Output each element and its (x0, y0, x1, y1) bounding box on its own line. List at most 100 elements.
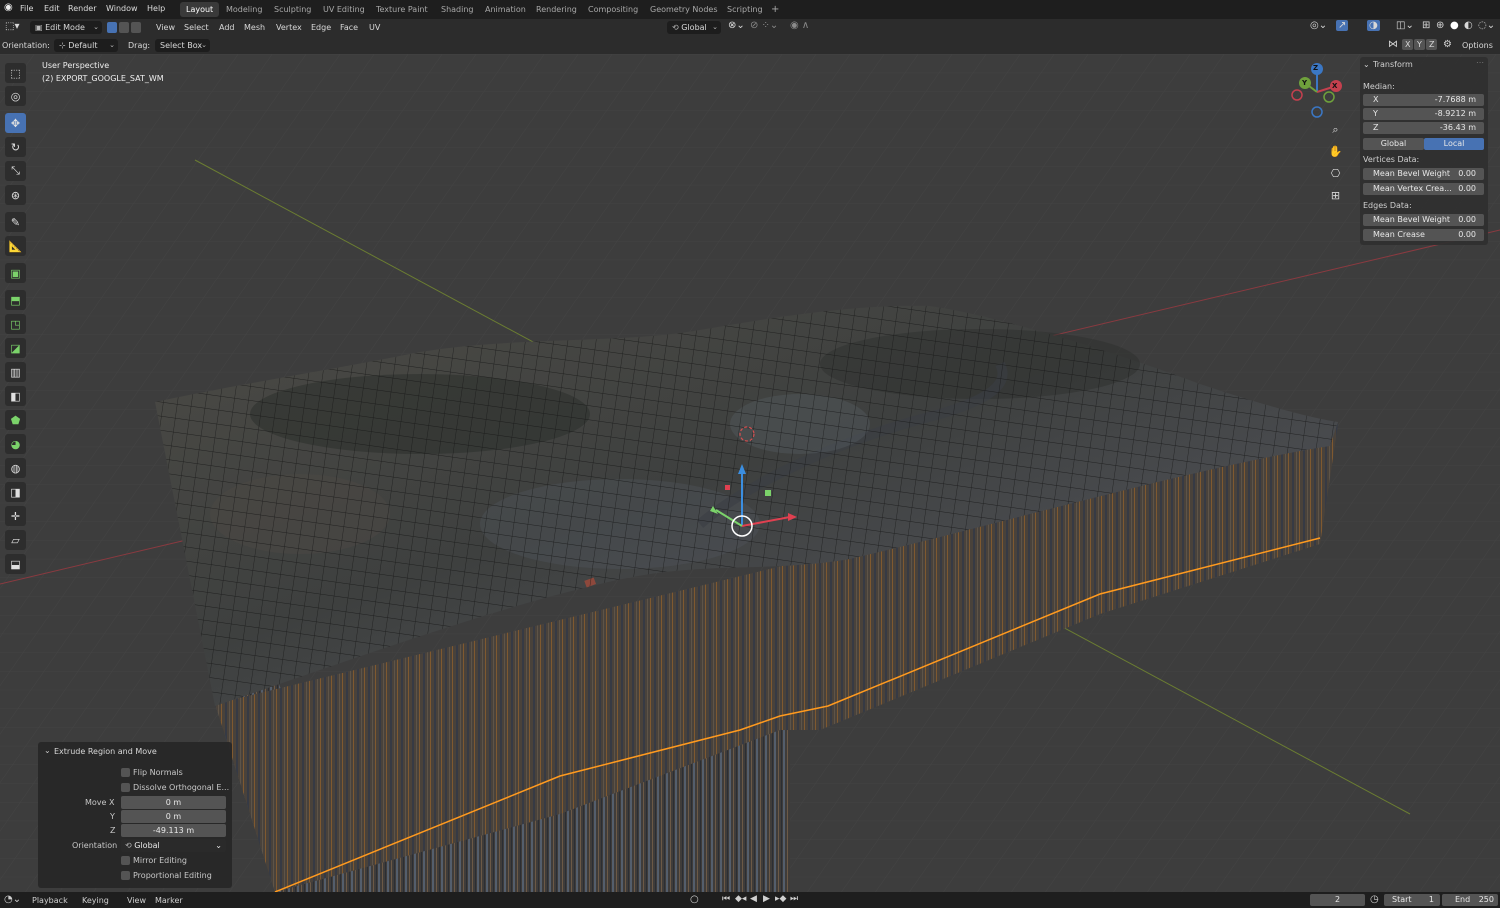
menu-edge[interactable]: Edge (311, 23, 331, 32)
select-box-tool-icon[interactable]: ⬚ (5, 63, 26, 83)
transform-tool-icon[interactable]: ⊛ (5, 185, 26, 205)
tab-compositing[interactable]: Compositing (582, 2, 644, 17)
menu-render[interactable]: Render (68, 4, 96, 13)
add-cube-tool-icon[interactable]: ▣ (5, 263, 26, 283)
play-reverse-icon[interactable]: ◀ (750, 894, 757, 904)
mean-bevel-weight-vertex-field[interactable]: Mean Bevel Weight 0.00 (1363, 168, 1484, 180)
play-icon[interactable]: ▶ (763, 894, 770, 904)
cursor-tool-icon[interactable]: ◎ (5, 86, 26, 106)
dissolve-orthogonal-checkbox[interactable] (121, 783, 130, 792)
median-y-field[interactable]: Y -8.9212 m (1363, 108, 1484, 120)
jump-start-icon[interactable]: ⏮ (722, 894, 730, 904)
inset-faces-tool-icon[interactable]: ◳ (5, 314, 26, 334)
rendered-shading-icon[interactable]: ◐ (1464, 20, 1473, 31)
mirror-icon[interactable]: ⋈ (1388, 39, 1398, 50)
jump-end-icon[interactable]: ⏭ (790, 894, 798, 904)
annotate-tool-icon[interactable]: ✎ (5, 212, 26, 232)
median-z-field[interactable]: Z -36.43 m (1363, 122, 1484, 134)
extrude-region-tool-icon[interactable]: ⬒ (5, 290, 26, 310)
menu-vertex[interactable]: Vertex (276, 23, 302, 32)
tab-animation[interactable]: Animation (479, 2, 532, 17)
menu-edit[interactable]: Edit (44, 4, 60, 13)
knife-tool-icon[interactable]: ◧ (5, 386, 26, 406)
mode-dropdown[interactable]: ▣ Edit Mode ⌄ (30, 21, 102, 34)
visibility-icon[interactable]: ◎⌄ (1310, 20, 1327, 31)
tab-modeling[interactable]: Modeling (220, 2, 268, 17)
wireframe-shading-icon[interactable]: ⊞ (1422, 20, 1430, 31)
menu-view[interactable]: View (156, 23, 175, 32)
drag-dropdown[interactable]: Select Box ⌄ (155, 39, 210, 52)
menu-add[interactable]: Add (219, 23, 235, 32)
menu-mesh[interactable]: Mesh (244, 23, 265, 32)
face-select-mode-button[interactable] (131, 22, 141, 33)
menu-face[interactable]: Face (340, 23, 358, 32)
drag-handle-icon[interactable]: ⋯ (1476, 58, 1484, 67)
bevel-tool-icon[interactable]: ◪ (5, 338, 26, 358)
camera-view-icon[interactable]: ⎔ (1326, 164, 1345, 183)
mesh-options-icon[interactable]: ⚙ (1443, 39, 1452, 50)
tab-rendering[interactable]: Rendering (530, 2, 583, 17)
menu-uv[interactable]: UV (369, 23, 380, 32)
tab-texture-paint[interactable]: Texture Paint (370, 2, 434, 17)
median-x-field[interactable]: X -7.7688 m (1363, 94, 1484, 106)
move-tool-icon[interactable]: ✥ (5, 113, 26, 133)
mean-bevel-weight-edge-field[interactable]: Mean Bevel Weight 0.00 (1363, 214, 1484, 226)
editor-type-icon[interactable]: ⬚▾ (5, 21, 19, 32)
proportional-edit-icon[interactable]: ◉ ∧ (790, 20, 809, 31)
redo-panel-title[interactable]: Extrude Region and Move (54, 747, 157, 756)
menu-playback[interactable]: Playback (32, 896, 68, 905)
mirror-z-toggle[interactable]: Z (1426, 39, 1438, 50)
flip-normals-checkbox[interactable] (121, 768, 130, 777)
prev-keyframe-icon[interactable]: ◆◂ (735, 894, 746, 904)
panel-title[interactable]: Transform (1373, 60, 1413, 69)
xray-icon[interactable]: ◫⌄ (1396, 20, 1414, 31)
end-frame-field[interactable]: End 250 (1442, 894, 1498, 906)
mirror-y-toggle[interactable]: Y (1414, 39, 1425, 50)
ortho-grid-icon[interactable]: ⊞ (1326, 186, 1345, 205)
transform-orientation-dropdown[interactable]: ⟲ Global ⌄ (667, 21, 721, 34)
collapse-chevron-icon[interactable]: ⌄ (1363, 60, 1370, 69)
options-dropdown[interactable]: Options (1462, 41, 1493, 50)
blender-logo-icon[interactable]: ◉ (4, 2, 13, 13)
menu-keying[interactable]: Keying (82, 896, 109, 905)
smooth-tool-icon[interactable]: ◍ (5, 458, 26, 478)
clock-icon[interactable]: ◷ (1370, 894, 1379, 905)
edge-select-mode-button[interactable] (119, 22, 129, 33)
add-workspace-button[interactable]: + (765, 2, 785, 17)
material-shading-icon[interactable]: ● (1450, 20, 1459, 31)
timeline-editor-icon[interactable]: ◔⌄ (4, 894, 21, 905)
proportional-editing-checkbox[interactable] (121, 871, 130, 880)
vertex-select-mode-button[interactable] (107, 22, 117, 33)
orientation-dropdown[interactable]: ⟲ Global ⌄ (121, 839, 226, 852)
mirror-editing-checkbox[interactable] (121, 856, 130, 865)
pivot-icon[interactable]: ⊗⌄ (728, 20, 745, 31)
menu-help[interactable]: Help (147, 4, 165, 13)
zoom-icon[interactable]: ⌕ (1326, 120, 1345, 139)
measure-tool-icon[interactable]: 📐 (5, 236, 26, 256)
poly-build-tool-icon[interactable]: ⬟ (5, 410, 26, 430)
loop-cut-tool-icon[interactable]: ▥ (5, 362, 26, 382)
menu-marker[interactable]: Marker (155, 896, 183, 905)
edge-slide-tool-icon[interactable]: ◨ (5, 482, 26, 502)
menu-file[interactable]: File (20, 4, 33, 13)
overlay-icon[interactable]: ◑ (1367, 20, 1380, 31)
orientation-dropdown[interactable]: ⊹ Default ⌄ (54, 39, 118, 52)
menu-window[interactable]: Window (106, 4, 138, 13)
move-x-field[interactable]: 0 m (121, 796, 226, 809)
rotate-tool-icon[interactable]: ↻ (5, 137, 26, 157)
tab-uv-editing[interactable]: UV Editing (317, 2, 371, 17)
global-toggle[interactable]: Global (1363, 138, 1424, 150)
gizmo-toggle-icon[interactable]: ↗ (1336, 20, 1349, 31)
rip-region-tool-icon[interactable]: ⬓ (5, 554, 26, 574)
scale-tool-icon[interactable]: ⤡ (5, 161, 26, 181)
local-toggle[interactable]: Local (1424, 138, 1484, 150)
pan-hand-icon[interactable]: ✋ (1326, 142, 1345, 161)
tab-shading[interactable]: Shading (435, 2, 480, 17)
move-y-field[interactable]: 0 m (121, 810, 226, 823)
mirror-x-toggle[interactable]: X (1402, 39, 1414, 50)
collapse-chevron-icon[interactable]: ⌄ (44, 746, 51, 755)
start-frame-field[interactable]: Start 1 (1384, 894, 1440, 906)
tab-sculpting[interactable]: Sculpting (268, 2, 317, 17)
current-frame-field[interactable]: 2 (1310, 894, 1365, 906)
tab-layout[interactable]: Layout (180, 2, 220, 17)
